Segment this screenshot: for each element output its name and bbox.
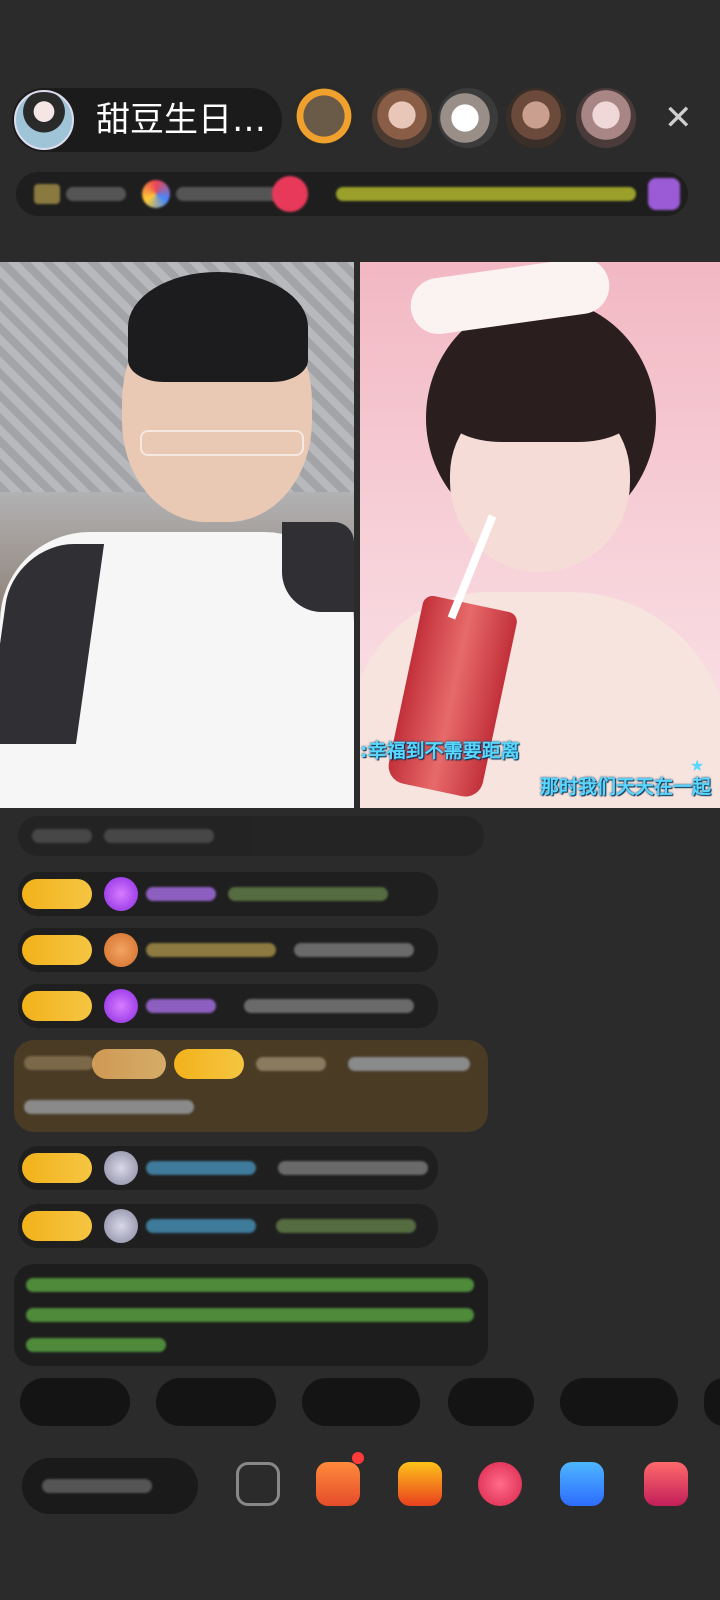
red-envelope-icon[interactable] — [398, 1462, 442, 1506]
gift-icon[interactable] — [644, 1462, 688, 1506]
live-heart-icon[interactable] — [272, 176, 308, 212]
user-name-blurred[interactable] — [146, 1219, 256, 1233]
message-text-blurred — [276, 1219, 416, 1233]
chat-message[interactable] — [18, 1146, 438, 1190]
lyric-line-left: :幸福到不需要距离 — [360, 740, 520, 762]
shirt-stripe-right — [282, 522, 354, 612]
chat-message[interactable] — [18, 1204, 438, 1248]
gem-icon — [104, 877, 138, 911]
lyric-line-right: 那时我们天天在一起 — [540, 776, 712, 798]
promo-text-blurred[interactable] — [336, 187, 636, 201]
stat-text-blurred — [176, 187, 286, 201]
top-viewer-avatar-1[interactable] — [292, 84, 356, 148]
emoji-icon[interactable] — [236, 1462, 280, 1506]
streamer-hair — [128, 272, 308, 382]
gift-box-icon[interactable] — [316, 1462, 360, 1506]
close-icon[interactable]: ✕ — [664, 100, 693, 136]
host-avatar[interactable] — [14, 90, 74, 150]
quick-reply-chip[interactable] — [560, 1378, 678, 1426]
top-viewer-avatar-3[interactable] — [438, 88, 498, 148]
quick-reply-chip[interactable] — [20, 1378, 130, 1426]
user-name-blurred[interactable] — [256, 1057, 326, 1071]
notification-dot — [352, 1452, 364, 1464]
chat-message[interactable] — [18, 928, 438, 972]
top-viewer-avatar-5[interactable] — [576, 88, 636, 148]
quick-reply-chip[interactable] — [156, 1378, 276, 1426]
user-name-blurred[interactable] — [146, 1161, 256, 1175]
stream-info-bar[interactable] — [16, 172, 688, 216]
heart-gift-icon[interactable] — [478, 1462, 522, 1506]
streamer-glasses — [140, 430, 304, 456]
user-name-blurred[interactable] — [146, 999, 216, 1013]
chat-message[interactable] — [18, 984, 438, 1028]
message-text-blurred — [244, 999, 414, 1013]
host-name[interactable]: 甜豆生日… — [96, 98, 266, 142]
rank-badge-icon — [34, 184, 60, 204]
system-notice — [14, 1264, 488, 1366]
level-badge — [22, 1153, 92, 1183]
game-controller-icon[interactable] — [560, 1462, 604, 1506]
video-feed-left[interactable] — [0, 262, 354, 808]
quick-reply-chip[interactable] — [448, 1378, 534, 1426]
chat-message[interactable] — [18, 816, 484, 856]
gem-icon — [104, 989, 138, 1023]
user-avatar[interactable] — [104, 1151, 138, 1185]
stat-icon — [142, 180, 170, 208]
top-viewer-avatar-2[interactable] — [372, 88, 432, 148]
streamer-bangs — [446, 352, 634, 442]
info-text-blurred — [66, 187, 126, 201]
promo-icon — [648, 178, 680, 210]
message-text-blurred — [348, 1057, 470, 1071]
user-name-blurred[interactable] — [146, 943, 276, 957]
level-badge — [22, 935, 92, 965]
level-badge — [22, 879, 92, 909]
level-badge — [22, 991, 92, 1021]
quick-reply-chip[interactable] — [302, 1378, 420, 1426]
top-viewer-avatar-4[interactable] — [506, 88, 566, 148]
vip-badge — [92, 1049, 166, 1079]
message-text-blurred — [24, 1100, 194, 1114]
lyric-star-icon: ★ — [690, 756, 705, 775]
fan-club-icon — [104, 933, 138, 967]
level-badge — [174, 1049, 244, 1079]
chat-message[interactable] — [18, 872, 438, 916]
message-text-blurred — [278, 1161, 428, 1175]
quick-reply-chip[interactable] — [704, 1378, 720, 1426]
user-name-blurred[interactable] — [146, 887, 216, 901]
chat-message-highlighted[interactable] — [14, 1040, 488, 1132]
message-text-blurred — [228, 887, 388, 901]
level-badge — [22, 1211, 92, 1241]
comment-input[interactable] — [22, 1458, 198, 1514]
user-avatar[interactable] — [104, 1209, 138, 1243]
message-text-blurred — [294, 943, 414, 957]
video-feed-right[interactable]: :幸福到不需要距离 那时我们天天在一起 ★ — [360, 262, 720, 808]
